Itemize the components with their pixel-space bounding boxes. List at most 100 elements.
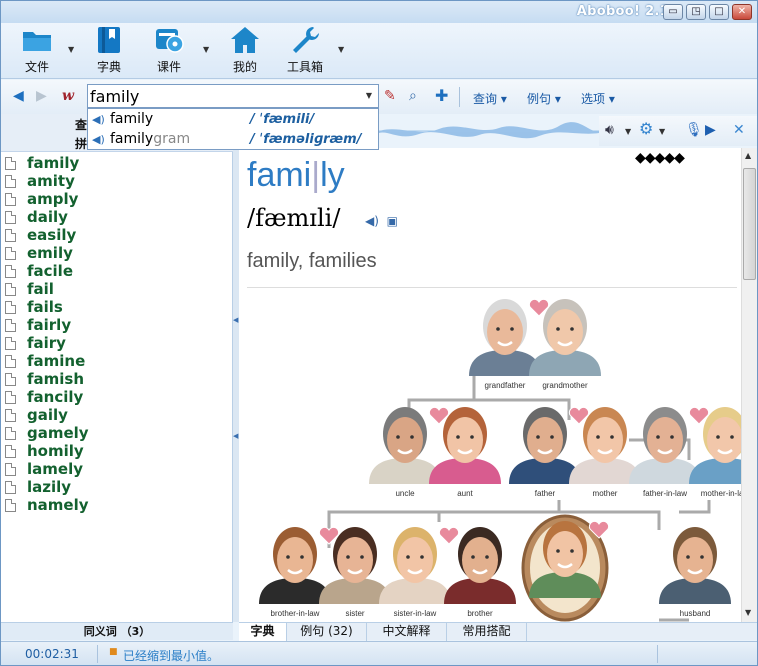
word-list-item[interactable]: gamely — [5, 424, 229, 442]
waveform-graphic — [379, 122, 599, 139]
tab-examples[interactable]: 例句 (32) — [287, 623, 367, 641]
mine-button[interactable]: 我的 — [223, 25, 267, 77]
scroll-thumb[interactable] — [743, 168, 756, 280]
word-list-item[interactable]: famine — [5, 352, 229, 370]
clear-eraser-icon[interactable]: ✎ — [384, 88, 396, 104]
word-list-item[interactable]: amply — [5, 190, 229, 208]
word-list-item[interactable]: fairly — [5, 316, 229, 334]
word-list-item[interactable]: fails — [5, 298, 229, 316]
eye — [406, 555, 410, 559]
word-list-item[interactable]: homily — [5, 442, 229, 460]
maximize-button[interactable]: □ — [709, 4, 729, 20]
courseware-dropdown-icon[interactable]: ▼ — [203, 45, 209, 54]
family-members: grandfather grandmother uncle aunt father mot… — [259, 298, 741, 622]
audio-toolbar: 🔊︎ ▼ ⚙ ▼ 🎙︎ ▶ ✕ — [599, 116, 757, 146]
document-icon — [5, 373, 16, 386]
family-member-label: mother-in-law — [701, 489, 741, 498]
tab-chinese-explanation[interactable]: 中文解释 — [367, 623, 447, 641]
microphone-icon[interactable]: 🎙︎ — [685, 122, 703, 138]
word-list-item[interactable]: famish — [5, 370, 229, 388]
settings-gear-icon[interactable]: ⚙ — [639, 121, 653, 137]
volume-dropdown-icon[interactable]: ▼ — [625, 124, 631, 140]
word-list-item[interactable]: amity — [5, 172, 229, 190]
wiki-icon[interactable]: w — [62, 88, 74, 104]
document-icon — [5, 463, 16, 476]
family-member-label: aunt — [457, 489, 473, 498]
restore-down-button[interactable]: ▭ — [663, 4, 683, 20]
family-tree-illustration: grandfather grandmother uncle aunt father mot… — [259, 298, 741, 622]
word-list-item[interactable]: fancily — [5, 388, 229, 406]
word-list-item[interactable]: daily — [5, 208, 229, 226]
close-panel-icon[interactable]: ✕ — [733, 122, 745, 138]
speaker-icon[interactable]: ◀) — [92, 113, 105, 126]
search-dropdown-icon[interactable]: ▼ — [361, 86, 377, 106]
find-page-icon[interactable]: ⌕ — [409, 88, 417, 104]
family-member-portrait: uncle — [369, 406, 450, 498]
entry-tabs: 字典 例句 (32) 中文解释 常用搭配 — [239, 622, 757, 641]
options-menu[interactable]: 选项 ▾ — [581, 90, 615, 107]
word-list-item[interactable]: namely — [5, 496, 229, 514]
toolbox-dropdown-icon[interactable]: ▼ — [338, 45, 344, 54]
examples-menu[interactable]: 例句 ▾ — [527, 90, 561, 107]
settings-dropdown-icon[interactable]: ▼ — [659, 124, 665, 140]
eye — [485, 555, 489, 559]
query-menu[interactable]: 查询 ▾ — [473, 90, 507, 107]
word-list-item[interactable]: facile — [5, 262, 229, 280]
word-list-item[interactable]: easily — [5, 226, 229, 244]
word-list-item[interactable]: fail — [5, 280, 229, 298]
record-clipboard-icon[interactable]: ▣ — [387, 214, 398, 228]
forward-arrow-icon[interactable]: ▶ — [36, 88, 47, 104]
speaker-icon[interactable]: ◀) — [92, 133, 105, 146]
word-list-item[interactable]: lamely — [5, 460, 229, 478]
collapse-left-icon[interactable]: ◀ — [233, 432, 238, 440]
document-icon — [5, 481, 16, 494]
toolbox-button[interactable]: 工具箱 — [283, 25, 327, 77]
status-divider — [97, 645, 98, 663]
close-button[interactable]: ✕ — [732, 4, 752, 20]
vertical-scrollbar[interactable]: ▲ ▼ — [741, 148, 757, 622]
face — [397, 537, 433, 583]
collapse-left-icon[interactable]: ◀ — [233, 316, 238, 324]
family-member-portrait: brother-in-law — [259, 526, 340, 618]
word-list-item[interactable]: emily — [5, 244, 229, 262]
minimize-button[interactable]: ◳ — [686, 4, 706, 20]
word-list-label: easily — [27, 226, 77, 244]
word-list-item[interactable]: fairy — [5, 334, 229, 352]
dictionary-button[interactable]: 字典 — [87, 25, 131, 77]
word-list-item[interactable]: lazily — [5, 478, 229, 496]
play-icon[interactable]: ▶ — [705, 122, 716, 138]
tab-spelling[interactable]: 拼 — [75, 135, 87, 152]
app-title: Aboboo! 2.1 — [576, 4, 669, 19]
document-icon — [5, 409, 16, 422]
file-dropdown-icon[interactable]: ▼ — [68, 45, 74, 54]
file-label: 文件 — [24, 60, 49, 74]
eye — [556, 327, 560, 331]
options-menu-label: 选项 — [581, 92, 606, 106]
scroll-down-icon[interactable]: ▼ — [745, 608, 751, 617]
autocomplete-item[interactable]: ◀) familygram / ˈfæməliɡræm/ — [88, 130, 378, 150]
autocomplete-item[interactable]: ◀) family / ˈfæmili/ — [88, 110, 378, 130]
pronounce-speaker-icon[interactable]: ◀) — [365, 214, 379, 228]
synonyms-tab[interactable]: 同义词 （3） — [1, 622, 233, 640]
word-list-item[interactable]: gaily — [5, 406, 229, 424]
tab-lookup[interactable]: 查 — [75, 116, 87, 133]
courseware-button[interactable]: 课件 — [147, 25, 191, 77]
tab-dictionary[interactable]: 字典 — [239, 623, 287, 641]
file-button[interactable]: 文件 — [15, 25, 59, 77]
search-combobox[interactable]: ▼ — [87, 84, 379, 108]
volume-icon[interactable]: 🔊︎ — [605, 122, 614, 138]
family-member-label: husband — [680, 609, 711, 618]
add-word-icon[interactable]: ✚ — [435, 88, 448, 104]
word-list-label: lamely — [27, 460, 83, 478]
word-list-item[interactable]: family — [5, 154, 229, 172]
scroll-up-icon[interactable]: ▲ — [745, 151, 751, 160]
eye — [656, 435, 660, 439]
tab-collocations[interactable]: 常用搭配 — [447, 623, 527, 641]
search-input[interactable] — [90, 86, 360, 106]
document-icon — [5, 283, 16, 296]
home-icon — [231, 27, 259, 53]
face — [277, 537, 313, 583]
dictionary-book-icon — [98, 27, 120, 53]
back-arrow-icon[interactable]: ◀ — [13, 88, 24, 104]
eye — [510, 327, 514, 331]
